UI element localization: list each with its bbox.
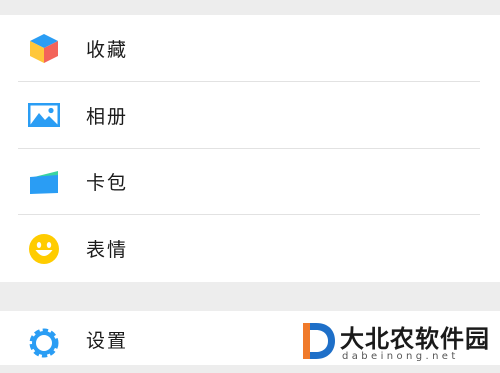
menu-group-primary: 收藏 相册 卡包 表情: [0, 15, 500, 282]
menu-item-label: 收藏: [86, 38, 129, 61]
menu-item-stickers[interactable]: 表情: [0, 215, 500, 282]
menu-item-label: 表情: [86, 239, 129, 262]
watermark-logo-icon: [300, 320, 338, 362]
watermark-title: 大北农软件园: [340, 325, 490, 353]
cube-icon: [27, 31, 61, 65]
menu-item-label: 设置: [86, 330, 129, 352]
menu-item-label: 卡包: [86, 172, 129, 195]
smiley-icon: [27, 232, 61, 266]
wallet-icon: [27, 165, 61, 199]
menu-item-label: 相册: [86, 105, 129, 128]
watermark: 大北农软件园 dabeinong.net: [300, 318, 500, 365]
menu-item-album[interactable]: 相册: [0, 82, 500, 149]
watermark-domain: dabeinong.net: [342, 351, 459, 362]
menu-item-favorites[interactable]: 收藏: [0, 15, 500, 82]
gear-icon: [27, 326, 61, 360]
image-icon: [27, 98, 61, 132]
menu-item-card-wallet[interactable]: 卡包: [0, 149, 500, 216]
